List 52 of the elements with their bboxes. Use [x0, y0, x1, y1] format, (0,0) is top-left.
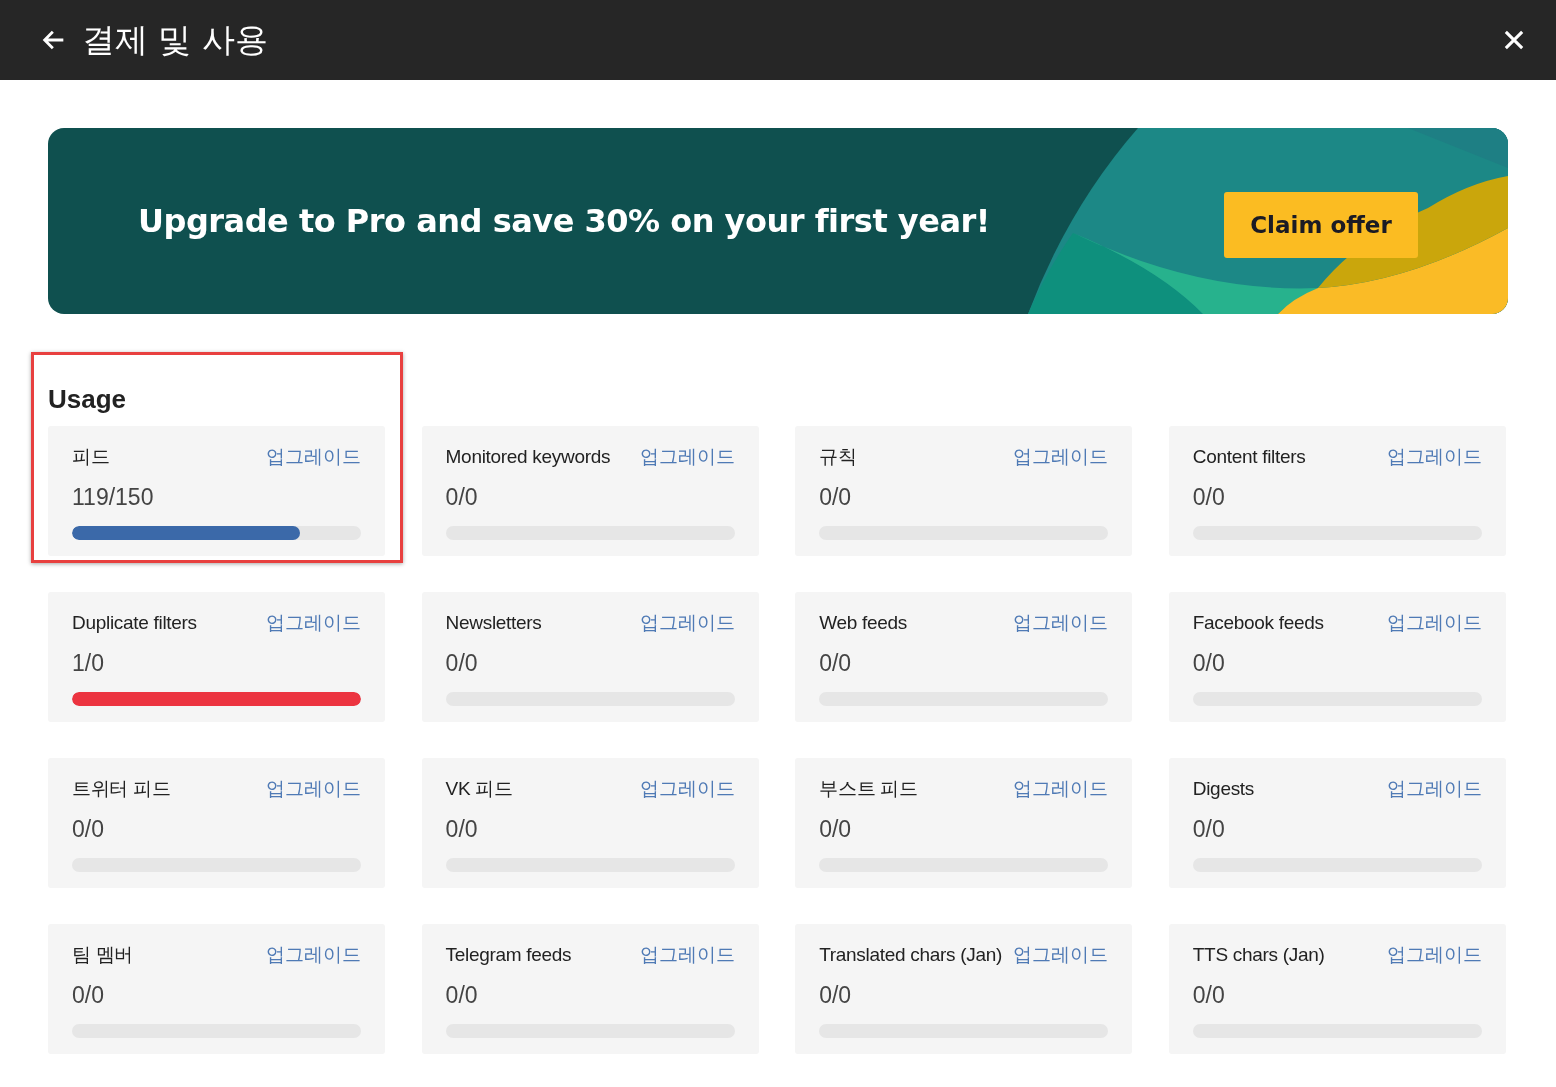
usage-label: Facebook feeds	[1192, 612, 1324, 634]
usage-count: 0/0	[1192, 484, 1226, 511]
upgrade-link[interactable]: 업그레이드	[1386, 776, 1482, 802]
upgrade-link[interactable]: 업그레이드	[639, 610, 735, 636]
usage-count: 0/0	[1192, 650, 1226, 677]
page-title: 결제 및 사용	[82, 18, 269, 61]
usage-count: 0/0	[819, 982, 853, 1009]
usage-count: 0/0	[72, 982, 105, 1009]
usage-count: 0/0	[445, 982, 479, 1009]
claim-offer-button[interactable]: Claim offer	[1224, 192, 1418, 258]
usage-label: 규칙	[819, 445, 857, 469]
usage-count: 0/0	[1192, 982, 1226, 1009]
upgrade-link[interactable]: 업그레이드	[1386, 444, 1482, 470]
usage-label: 부스트 피드	[819, 777, 918, 801]
upgrade-link[interactable]: 업그레이드	[1013, 444, 1109, 470]
upgrade-link[interactable]: 업그레이드	[266, 776, 361, 802]
promo-headline: Upgrade to Pro and save 30% on your first year!	[138, 202, 990, 240]
usage-label: Newsletters	[445, 612, 542, 634]
upgrade-link[interactable]: 업그레이드	[1386, 610, 1482, 636]
upgrade-link[interactable]: 업그레이드	[639, 776, 735, 802]
usage-label: Digests	[1192, 778, 1255, 800]
usage-count: 0/0	[819, 484, 853, 511]
upgrade-link[interactable]: 업그레이드	[1013, 610, 1109, 636]
upgrade-link[interactable]: 업그레이드	[639, 942, 735, 968]
usage-label: Telegram feeds	[445, 944, 572, 966]
usage-count: 1/0	[72, 650, 105, 677]
section-title: Usage	[48, 384, 128, 415]
upgrade-link[interactable]: 업그레이드	[1013, 776, 1109, 802]
usage-label: Content filters	[1192, 446, 1306, 468]
usage-count: 119/150	[72, 484, 155, 511]
usage-label: Translated chars (Jan)	[819, 944, 1002, 966]
usage-count: 0/0	[445, 484, 479, 511]
upgrade-link[interactable]: 업그레이드	[1386, 942, 1482, 968]
usage-label: VK 피드	[445, 777, 513, 801]
usage-label: Duplicate filters	[72, 612, 197, 634]
upgrade-link[interactable]: 업그레이드	[1013, 942, 1109, 968]
usage-label: 피드	[72, 445, 110, 469]
usage-count: 0/0	[445, 650, 479, 677]
usage-label: Web feeds	[819, 612, 907, 634]
usage-label: Monitored keywords	[445, 446, 611, 468]
usage-count: 0/0	[72, 816, 105, 843]
usage-count: 0/0	[819, 650, 853, 677]
upgrade-link[interactable]: 업그레이드	[639, 444, 735, 470]
upgrade-link[interactable]: 업그레이드	[266, 610, 361, 636]
usage-label: 팀 멤버	[72, 943, 134, 967]
upgrade-link[interactable]: 업그레이드	[266, 444, 361, 470]
usage-label: TTS chars (Jan)	[1192, 944, 1325, 966]
usage-count: 0/0	[445, 816, 479, 843]
usage-label: 트위터 피드	[72, 777, 171, 801]
upgrade-link[interactable]: 업그레이드	[266, 942, 361, 968]
usage-count: 0/0	[1192, 816, 1226, 843]
usage-count: 0/0	[819, 816, 853, 843]
